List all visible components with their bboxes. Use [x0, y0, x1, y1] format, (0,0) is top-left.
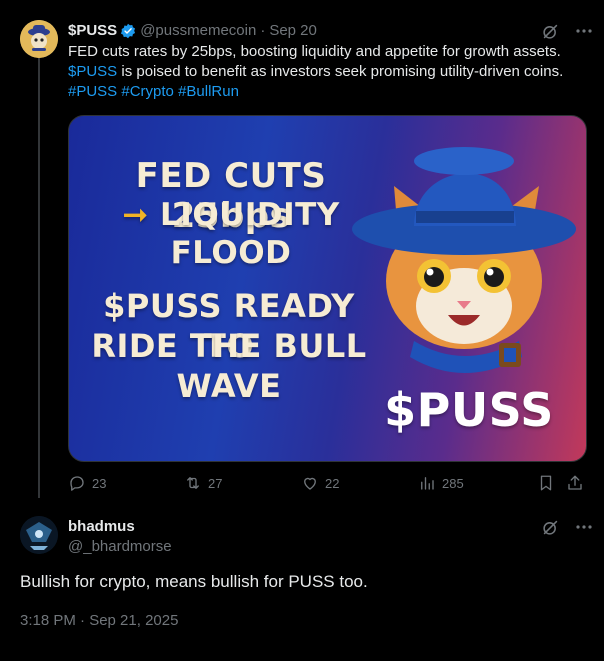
reply-timestamp[interactable]: 3:18 PM · Sep 21, 2025	[20, 612, 178, 629]
reply-author-avatar[interactable]	[20, 516, 58, 554]
views-icon	[421, 477, 434, 490]
thread-connector	[38, 58, 40, 498]
image-brand-text: $PUSS	[384, 383, 554, 437]
hashtag-crypto[interactable]: #Crypto	[121, 83, 174, 100]
author-avatar[interactable]	[20, 20, 58, 58]
grok-icon[interactable]	[541, 22, 559, 40]
image-headline-3: FLOOD	[170, 235, 292, 271]
bookmark-action[interactable]	[537, 474, 555, 492]
heart-icon	[304, 477, 316, 490]
tweet-text-line-2: $PUSS is poised to benefit as investors …	[68, 62, 592, 82]
image-headline-5: RIDE THE BULL	[91, 327, 367, 365]
image-headline-2: ➞ LIQUIDITY	[97, 196, 365, 234]
timeline: $PUSS @pussmemecoin · Sep 20 FED cuts ra…	[0, 0, 604, 661]
verified-badge-icon	[120, 23, 136, 39]
arrow-icon: ➞	[122, 197, 149, 233]
hashtags-line: #PUSS #Crypto #BullRun	[68, 82, 592, 102]
reply-action[interactable]: 23	[68, 474, 106, 492]
reply-text: Bullish for crypto, means bullish for PU…	[20, 572, 368, 591]
share-action[interactable]	[566, 474, 584, 492]
tweet-date[interactable]: Sep 20	[269, 22, 317, 39]
share-icon	[568, 475, 582, 490]
separator-dot: ·	[260, 22, 266, 39]
author-name[interactable]: $PUSS	[68, 22, 117, 39]
reply-top-actions	[541, 518, 593, 536]
repost-count: 27	[208, 475, 223, 491]
reply-author-name[interactable]: bhadmus	[68, 518, 135, 535]
hashtag-bullrun[interactable]: #BullRun	[178, 83, 239, 100]
like-action[interactable]: 22	[301, 474, 339, 492]
image-headline-6: WAVE	[176, 367, 282, 405]
tweet-media-image[interactable]: FED CUTS 25bps ➞ LIQUIDITY FLOOD $PUSS R…	[68, 115, 587, 462]
reply-icon	[70, 476, 84, 491]
tweet-header: $PUSS @pussmemecoin · Sep 20	[68, 22, 317, 39]
views-action[interactable]: 285	[418, 474, 464, 492]
reply-author-handle[interactable]: @_bhardmorse	[68, 538, 172, 555]
tweet-body: FED cuts rates by 25bps, boosting liquid…	[68, 42, 592, 102]
image-headline-2-text: LIQUIDITY	[160, 197, 340, 233]
tweet-top-actions	[541, 22, 593, 40]
repost-action[interactable]: 27	[184, 474, 222, 492]
tweet-text-line-1: FED cuts rates by 25bps, boosting liquid…	[68, 43, 561, 60]
reply-count: 23	[92, 475, 107, 491]
tweet-action-bar: 23 27 22 285	[68, 472, 585, 494]
more-icon[interactable]	[575, 22, 593, 40]
views-count: 285	[442, 475, 464, 491]
more-icon[interactable]	[575, 518, 593, 536]
cat-mascot-illustration	[352, 147, 576, 373]
cashtag-link[interactable]: $PUSS	[68, 63, 117, 80]
author-handle[interactable]: @pussmemecoin	[140, 22, 256, 39]
grok-icon[interactable]	[541, 518, 559, 536]
repost-icon	[187, 477, 199, 489]
tweet-text-line-2-rest: is poised to benefit as investors seek p…	[117, 63, 564, 80]
cat-avatar-icon	[20, 20, 58, 58]
like-count: 22	[325, 475, 340, 491]
hashtag-puss[interactable]: #PUSS	[68, 83, 117, 100]
reply-avatar-image	[20, 516, 58, 554]
bookmark-icon	[540, 475, 552, 491]
